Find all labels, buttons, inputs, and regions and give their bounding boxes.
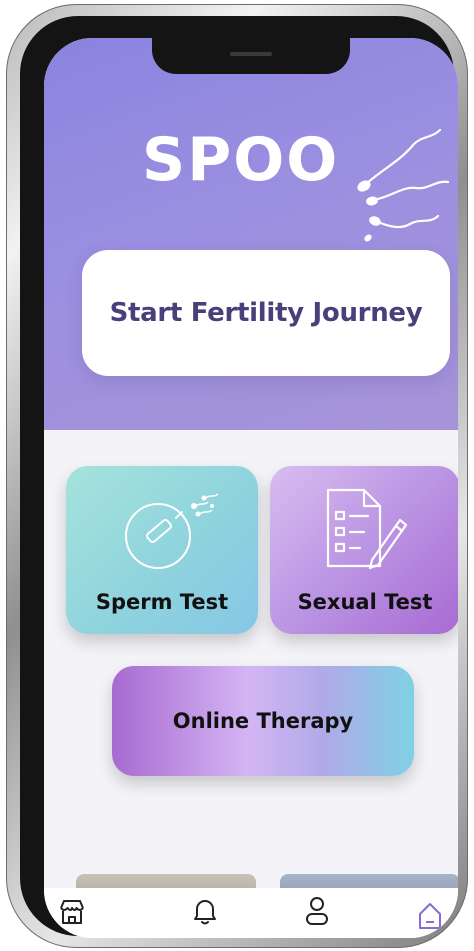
phone-notch	[152, 38, 350, 74]
bell-icon[interactable]	[192, 898, 218, 926]
sperm-egg-icon	[125, 493, 219, 569]
app-logo: SPOO	[142, 125, 340, 195]
online-therapy-label: Online Therapy	[172, 709, 354, 733]
phone-bezel: SPOO Start Fertility Journey Sperm Test …	[20, 16, 458, 938]
start-journey-button[interactable]: Start Fertility Journey	[82, 250, 450, 376]
app-screen: SPOO Start Fertility Journey Sperm Test …	[44, 38, 458, 938]
start-journey-label: Start Fertility Journey	[109, 298, 423, 328]
online-therapy-tile[interactable]: Online Therapy	[112, 666, 414, 776]
home-icon[interactable]	[416, 900, 444, 930]
speaker-grille	[230, 52, 272, 56]
hero-section: SPOO Start Fertility Journey	[44, 38, 458, 430]
phone-frame: SPOO Start Fertility Journey Sperm Test …	[6, 4, 468, 948]
sexual-test-label: Sexual Test	[297, 590, 433, 614]
bottom-nav	[44, 888, 458, 938]
sexual-test-tile[interactable]: Sexual Test	[270, 466, 458, 634]
sperm-test-tile[interactable]: Sperm Test	[66, 466, 258, 634]
person-icon[interactable]	[304, 896, 330, 926]
checklist-icon	[326, 488, 408, 570]
store-icon[interactable]	[58, 898, 86, 926]
sperm-test-label: Sperm Test	[95, 590, 229, 614]
sperm-logo-icon	[357, 128, 450, 242]
